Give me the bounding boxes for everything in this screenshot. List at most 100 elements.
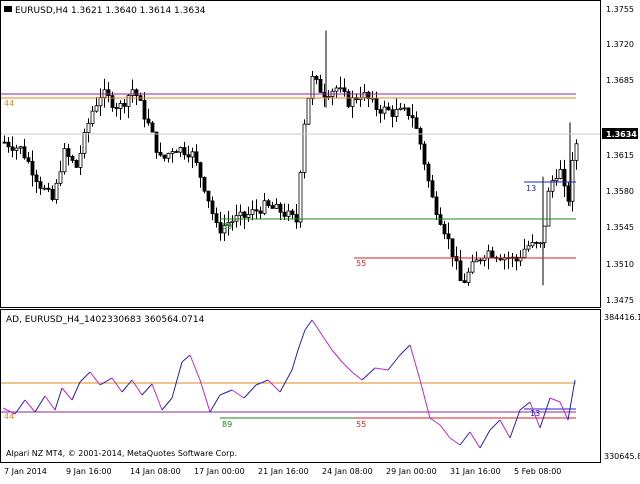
bull-candle	[178, 147, 183, 153]
bear-candle	[134, 89, 139, 97]
bull-candle	[334, 87, 339, 92]
bull-candle	[130, 89, 135, 97]
bull-candle	[262, 200, 267, 214]
bear-candle	[50, 189, 55, 200]
price-tick: 1.3685	[606, 76, 634, 85]
time-tick: 29 Jan 00:00	[386, 467, 437, 476]
bear-candle	[282, 211, 287, 217]
bear-candle	[374, 97, 379, 110]
bear-candle	[210, 200, 215, 215]
bull-candle	[362, 91, 367, 99]
bear-candle	[562, 168, 567, 187]
bull-candle	[18, 146, 23, 149]
bear-candle	[342, 87, 347, 93]
bear-candle	[6, 141, 11, 148]
time-tick: 31 Jan 16:00	[450, 467, 501, 476]
bull-candle	[310, 75, 315, 99]
bear-candle	[122, 102, 127, 107]
bull-candle	[118, 102, 123, 109]
bear-candle	[422, 143, 427, 165]
bull-candle	[558, 168, 563, 179]
bull-candle	[98, 97, 103, 107]
price-axis: 1.3755 1.3720 1.3685 1.3615 1.3580 1.354…	[602, 5, 638, 305]
bear-candle	[198, 162, 203, 178]
indicator-frame[interactable]	[0, 309, 601, 463]
bear-candle	[270, 205, 275, 209]
bear-candle	[378, 109, 383, 114]
bear-candle	[434, 196, 439, 216]
bear-candle	[290, 210, 295, 215]
bull-candle	[78, 152, 83, 168]
ad-level-label-89: 89	[222, 420, 232, 429]
bull-candle	[58, 171, 63, 184]
bear-candle	[34, 174, 39, 183]
level-label-13: 13	[526, 184, 536, 193]
bull-candle	[326, 96, 331, 98]
bear-candle	[194, 151, 199, 163]
bull-candle	[126, 95, 131, 107]
bull-candle	[42, 187, 47, 190]
bull-candle	[298, 172, 303, 223]
bull-candle	[90, 110, 95, 124]
bull-candle	[302, 123, 307, 173]
chart-window[interactable]: EURUSD,H4 1.3621 1.3640 1.3614 1.3634 1.…	[0, 0, 640, 480]
time-tick: 17 Jan 00:00	[194, 467, 245, 476]
bull-candle	[398, 107, 403, 110]
bear-candle	[318, 79, 323, 93]
bull-candle	[170, 151, 175, 154]
current-price-label: 1.3634	[606, 130, 637, 139]
bull-candle	[486, 250, 491, 259]
bear-candle	[2, 141, 7, 144]
bear-candle	[258, 210, 263, 214]
price-tick: 1.3755	[606, 5, 634, 14]
bear-candle	[162, 154, 167, 159]
bull-candle	[306, 98, 311, 125]
footer-copyright: Alpari NZ MT4, © 2001-2014, MetaQuotes S…	[6, 449, 237, 458]
bear-candle	[22, 146, 27, 159]
bear-candle	[450, 238, 455, 257]
bull-candle	[394, 109, 399, 117]
bear-candle	[278, 203, 283, 213]
bull-candle	[166, 152, 171, 159]
bull-candle	[94, 105, 99, 112]
bear-candle	[390, 109, 395, 117]
price-tick: 1.3510	[606, 260, 634, 269]
ad-level-label-44: 44	[4, 412, 14, 421]
price-tick: 1.3580	[606, 187, 634, 196]
time-axis: 7 Jan 2014 9 Jan 16:00 14 Jan 08:00 17 J…	[4, 467, 561, 476]
bear-candle	[462, 280, 467, 283]
time-tick: 9 Jan 16:00	[66, 467, 112, 476]
bull-candle	[574, 143, 579, 161]
bear-candle	[426, 163, 431, 182]
bull-candle	[402, 107, 407, 110]
bear-candle	[202, 176, 207, 192]
bull-candle	[338, 87, 343, 90]
bear-candle	[242, 211, 247, 218]
bull-candle	[570, 159, 575, 202]
main-chart-info: EURUSD,H4 1.3621 1.3640 1.3614 1.3634	[15, 6, 206, 16]
bull-candle	[250, 209, 255, 215]
bull-candle	[86, 123, 91, 133]
bull-candle	[246, 213, 251, 218]
bear-candle	[106, 89, 111, 97]
bull-candle	[466, 271, 471, 283]
time-tick: 5 Feb 08:00	[514, 467, 561, 476]
time-tick: 24 Jan 08:00	[322, 467, 373, 476]
bear-candle	[418, 128, 423, 145]
bear-candle	[430, 180, 435, 198]
bull-candle	[546, 190, 551, 227]
bull-candle	[474, 259, 479, 263]
bull-candle	[62, 148, 67, 173]
bear-candle	[458, 260, 463, 282]
main-chart-frame[interactable]	[0, 0, 601, 308]
bear-candle	[174, 151, 179, 153]
bull-candle	[274, 203, 279, 209]
bear-candle	[146, 118, 151, 124]
bull-candle	[54, 182, 59, 200]
time-tick: 14 Jan 08:00	[130, 467, 181, 476]
bear-candle	[406, 107, 411, 116]
level-label-55: 55	[356, 259, 366, 268]
bull-candle	[382, 106, 387, 114]
price-tick: 1.3615	[606, 151, 634, 160]
ad-level-label-13: 13	[530, 409, 540, 418]
